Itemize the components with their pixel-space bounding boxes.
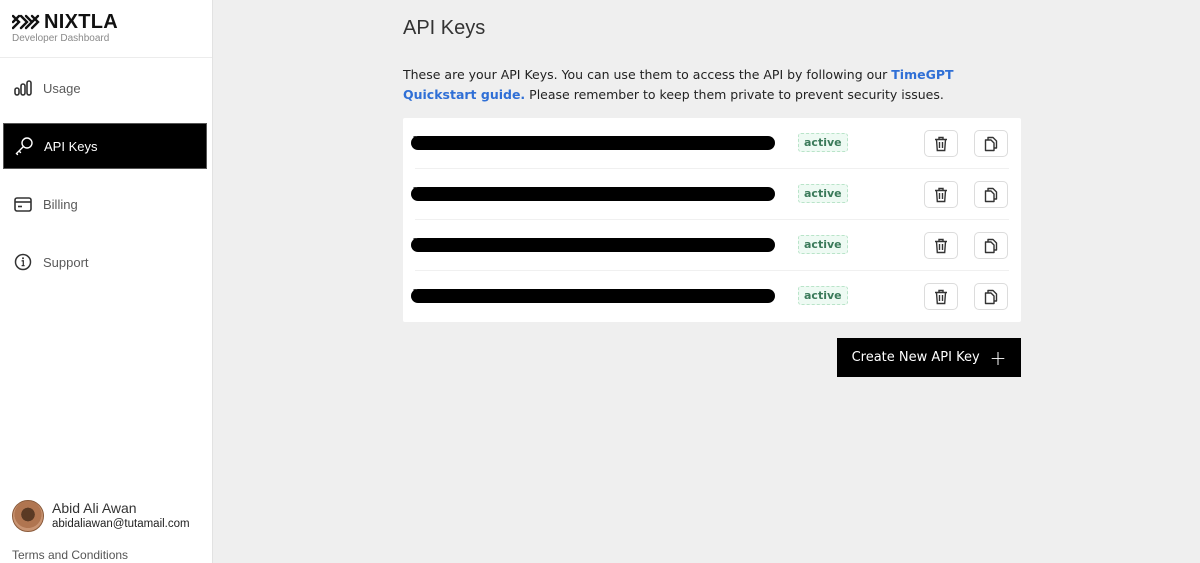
api-keys-list: [redacted] active [redacted] active (403, 118, 1021, 322)
key-icon (14, 136, 34, 156)
sidebar-item-label: API Keys (44, 138, 98, 154)
delete-key-button[interactable] (924, 283, 958, 310)
redaction-mark (411, 136, 775, 150)
create-api-key-button[interactable]: Create New API Key + (837, 338, 1021, 377)
trash-icon (935, 187, 947, 202)
sidebar-item-label: Usage (43, 80, 81, 96)
user-email: abidaliawan@tutamail.com (52, 518, 190, 530)
copy-icon (984, 289, 998, 304)
brand-name: NIXTLA (44, 11, 119, 33)
delete-key-button[interactable] (924, 181, 958, 208)
delete-key-button[interactable] (924, 232, 958, 259)
user-profile[interactable]: Abid Ali Awan abidaliawan@tutamail.com (12, 500, 190, 532)
intro-text-start: These are your API Keys. You can use the… (403, 67, 892, 82)
sidebar-item-support[interactable]: Support (3, 239, 207, 285)
plus-icon: + (989, 345, 1007, 370)
copy-key-button[interactable] (974, 181, 1008, 208)
status-badge: active (798, 286, 848, 305)
copy-icon (984, 136, 998, 151)
avatar (12, 500, 44, 532)
delete-key-button[interactable] (924, 130, 958, 157)
copy-icon (984, 238, 998, 253)
redaction-mark (411, 238, 775, 252)
intro-text-end: Please remember to keep them private to … (525, 87, 944, 102)
api-key-row: [redacted] active (403, 169, 1021, 220)
sidebar-item-label: Billing (43, 196, 78, 212)
status-badge: active (798, 133, 848, 152)
api-key-row: [redacted] active (403, 220, 1021, 271)
status-badge: active (798, 235, 848, 254)
copy-key-button[interactable] (974, 232, 1008, 259)
status-badge: active (798, 184, 848, 203)
redaction-mark (411, 289, 775, 303)
copy-key-button[interactable] (974, 283, 1008, 310)
terms-link[interactable]: Terms and Conditions (12, 548, 128, 562)
nixtla-logo-icon (12, 14, 40, 30)
brand-header: NIXTLA Developer Dashboard (0, 0, 212, 58)
sidebar: NIXTLA Developer Dashboard Usage API Key… (0, 0, 213, 563)
user-name: Abid Ali Awan (52, 500, 137, 516)
brand-logo-link[interactable]: NIXTLA (12, 12, 212, 32)
credit-card-icon (13, 194, 33, 214)
bar-chart-icon (13, 78, 33, 98)
copy-icon (984, 187, 998, 202)
redaction-mark (411, 187, 775, 201)
sidebar-item-billing[interactable]: Billing (3, 181, 207, 227)
sidebar-item-usage[interactable]: Usage (3, 65, 207, 111)
api-key-row: [redacted] active (403, 271, 1021, 322)
copy-key-button[interactable] (974, 130, 1008, 157)
sidebar-item-api-keys[interactable]: API Keys (3, 123, 207, 169)
sidebar-item-label: Support (43, 254, 89, 270)
api-key-row: [redacted] active (403, 118, 1021, 169)
trash-icon (935, 238, 947, 253)
intro-text: These are your API Keys. You can use the… (403, 65, 1003, 105)
trash-icon (935, 289, 947, 304)
trash-icon (935, 136, 947, 151)
info-icon (13, 252, 33, 272)
page-title: API Keys (403, 17, 486, 39)
brand-subtitle: Developer Dashboard (12, 33, 110, 44)
create-api-key-label: Create New API Key (851, 350, 980, 365)
